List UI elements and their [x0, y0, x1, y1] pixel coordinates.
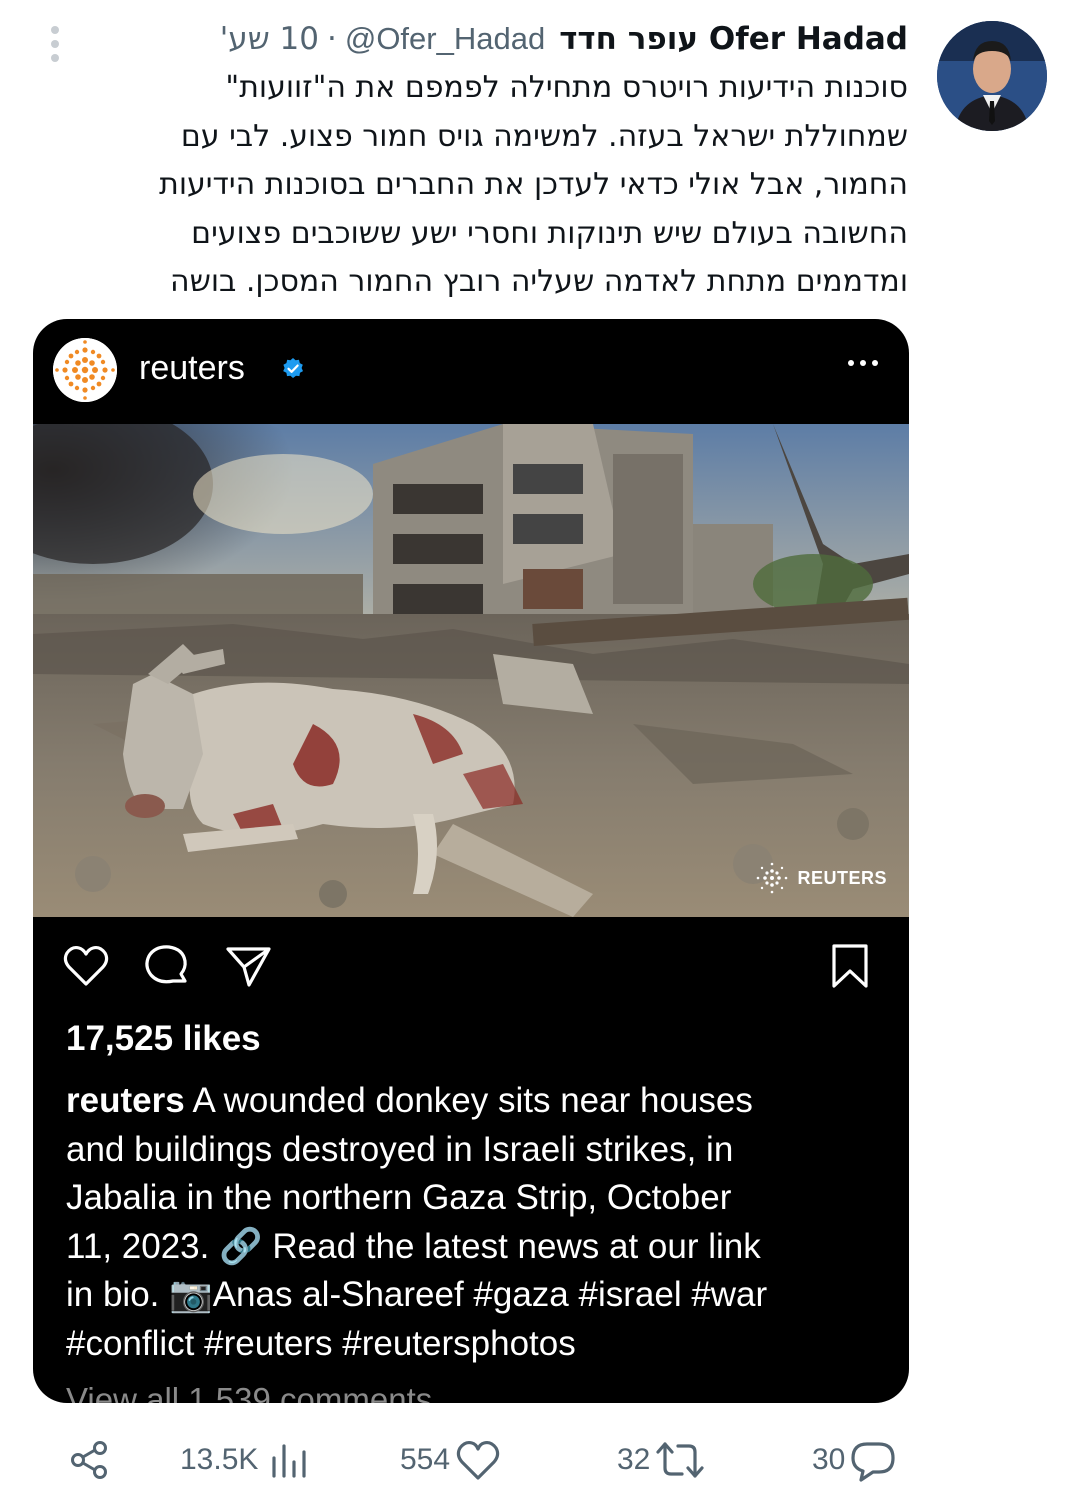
like-count: 554: [400, 1443, 451, 1476]
ig-caption: reuters A wounded donkey sits near house…: [66, 1077, 886, 1369]
tweet-time[interactable]: 10 שע': [220, 21, 319, 57]
share-button[interactable]: [68, 1430, 112, 1490]
share-icon: [71, 1441, 107, 1479]
caption-username[interactable]: reuters: [66, 1081, 185, 1120]
views-button[interactable]: 13.5K: [180, 1430, 316, 1490]
retweet-button[interactable]: 32: [617, 1430, 706, 1490]
like-icon: [456, 1440, 500, 1480]
watermark-text: REUTERS: [797, 867, 887, 888]
caption-line: in bio. 📷Anas al-Shareef #gaza #israel #…: [66, 1275, 768, 1315]
tweet-text-line: סוכנות הידיעות רויטרס מתחילה לפמפם את ה"…: [225, 70, 908, 105]
reply-button[interactable]: 30: [812, 1430, 897, 1490]
verified-badge-icon: [283, 358, 303, 378]
reuters-watermark-icon: [757, 862, 788, 894]
more-vertical-icon[interactable]: [40, 22, 70, 66]
embedded-image-card[interactable]: reuters REUTERS 17,525 likes reuters A w…: [33, 319, 909, 1403]
tweet-text-line: שמחוללת ישראל בעזה. למשימה גויס חמור פצו…: [180, 118, 908, 154]
caption-line: Jabalia in the northern Gaza Strip, Octo…: [66, 1178, 732, 1218]
ig-username[interactable]: reuters: [139, 349, 245, 388]
ig-header: reuters: [33, 319, 909, 424]
tweet-text: סוכנות הידיעות רויטרס מתחילה לפמפם את ה"…: [68, 64, 908, 307]
caption-line: 11, 2023. 🔗 Read the latest news at our …: [66, 1226, 761, 1266]
tweet-text-line: החמור, אבל אולי כדאי לעדכן את החברים בסו…: [159, 167, 908, 202]
more-horizontal-icon[interactable]: [843, 353, 883, 373]
caption-line: and buildings destroyed in Israeli strik…: [66, 1129, 734, 1169]
retweet-count: 32: [617, 1443, 651, 1476]
author-handle[interactable]: @Ofer_Hadad: [345, 21, 545, 57]
caption-text: A wounded donkey sits near houses: [184, 1081, 753, 1120]
header-separator: ·: [326, 21, 337, 57]
ig-likes-count[interactable]: 17,525 likes: [66, 1019, 261, 1059]
comment-icon[interactable]: [141, 941, 191, 991]
tweet-text-line: ומדממים מתחת לאדמה שעליה רובץ החמור המסכ…: [169, 264, 908, 299]
views-icon: [272, 1444, 307, 1478]
like-button[interactable]: 554: [400, 1430, 502, 1490]
tweet-header: עופר חדד Ofer Hadad @Ofer_Hadad · 10 שע': [220, 14, 908, 64]
heart-icon[interactable]: [61, 941, 111, 991]
view-comments-link[interactable]: View all 1,539 comments: [66, 1381, 432, 1403]
ig-actions: [33, 917, 909, 1017]
bookmark-icon[interactable]: [825, 941, 875, 991]
caption-line: reuters A wounded donkey sits near house…: [66, 1077, 886, 1126]
retweet-icon: [656, 1442, 704, 1478]
reply-icon: [851, 1442, 895, 1482]
news-photo[interactable]: REUTERS: [33, 424, 909, 917]
reuters-logo[interactable]: [53, 338, 117, 402]
author-name[interactable]: עופר חדד Ofer Hadad: [559, 21, 908, 57]
engagement-bar: 13.5K 554 32 30: [0, 1430, 1080, 1490]
reply-count: 30: [812, 1443, 846, 1476]
views-count: 13.5K: [180, 1443, 259, 1476]
caption-line: #conflict #reuters #reutersphotos: [66, 1323, 576, 1363]
send-icon[interactable]: [223, 941, 273, 991]
photo-watermark: REUTERS: [755, 861, 887, 895]
tweet-text-line: החשובה בעולם שיש תינוקות וחסרי ישע ששוכב…: [191, 215, 908, 251]
author-avatar[interactable]: [937, 21, 1047, 131]
